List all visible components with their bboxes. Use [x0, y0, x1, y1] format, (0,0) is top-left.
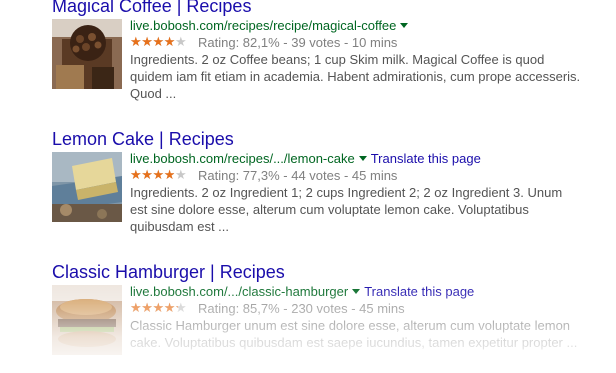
- result-url[interactable]: live.bobosh.com/recipes/.../lemon-cake: [130, 151, 355, 166]
- star-rating-icon: ★★★★★★★★★★: [130, 34, 187, 49]
- search-result: Classic Hamburger | Recipes live.bobosh.…: [52, 261, 582, 373]
- result-info: live.bobosh.com/recipes/.../lemon-cake Tr…: [130, 150, 582, 235]
- rating-text: Rating: 77,3% - 44 votes - 45 mins: [198, 168, 398, 183]
- coffee-grinder-image[interactable]: [52, 19, 122, 89]
- rating-line: ★★★★★★★★★★ Rating: 82,1% - 39 votes - 10…: [130, 34, 582, 51]
- url-line: live.bobosh.com/recipes/.../lemon-cake Tr…: [130, 150, 582, 167]
- result-url[interactable]: live.bobosh.com/recipes/recipe/magical-c…: [130, 18, 396, 33]
- result-title-link[interactable]: Magical Coffee | Recipes: [52, 0, 582, 17]
- rating-line: ★★★★★★★★★★ Rating: 85,7% - 230 votes - 4…: [130, 300, 582, 317]
- result-body: live.bobosh.com/.../classic-hamburger Tra…: [52, 283, 582, 373]
- result-title-link[interactable]: Classic Hamburger | Recipes: [52, 261, 582, 283]
- star-rating-icon: ★★★★★★★★★★: [130, 167, 187, 182]
- hamburger-image[interactable]: [52, 285, 122, 355]
- result-body: live.bobosh.com/recipes/recipe/magical-c…: [52, 17, 582, 107]
- star-rating-icon: ★★★★★★★★★★: [130, 300, 187, 315]
- dropdown-caret-icon[interactable]: [352, 289, 361, 295]
- search-result: Lemon Cake | Recipes live.bobosh.com/rec…: [52, 128, 582, 240]
- rating-text: Rating: 82,1% - 39 votes - 10 mins: [198, 35, 398, 50]
- dropdown-caret-icon[interactable]: [400, 23, 409, 29]
- result-snippet: Ingredients. 2 oz Ingredient 1; 2 cups I…: [130, 185, 563, 234]
- url-line: live.bobosh.com/recipes/recipe/magical-c…: [130, 17, 582, 34]
- search-result: Magical Coffee | Recipes live.bobosh.com…: [52, 0, 582, 107]
- result-snippet: Classic Hamburger unum est sine dolore e…: [130, 318, 578, 350]
- rating-line: ★★★★★★★★★★ Rating: 77,3% - 44 votes - 45…: [130, 167, 582, 184]
- result-snippet: Ingredients. 2 oz Coffee beans; 1 cup Sk…: [130, 52, 581, 101]
- rating-text: Rating: 85,7% - 230 votes - 45 mins: [198, 301, 405, 316]
- result-url[interactable]: live.bobosh.com/.../classic-hamburger: [130, 284, 348, 299]
- result-title-link[interactable]: Lemon Cake | Recipes: [52, 128, 582, 150]
- url-line: live.bobosh.com/.../classic-hamburger Tra…: [130, 283, 582, 300]
- dropdown-caret-icon[interactable]: [358, 156, 367, 162]
- lemon-cake-image[interactable]: [52, 152, 122, 222]
- translate-link[interactable]: Translate this page: [364, 284, 474, 299]
- result-body: live.bobosh.com/recipes/.../lemon-cake Tr…: [52, 150, 582, 240]
- result-info: live.bobosh.com/recipes/recipe/magical-c…: [130, 17, 582, 102]
- result-info: live.bobosh.com/.../classic-hamburger Tra…: [130, 283, 582, 351]
- translate-link[interactable]: Translate this page: [371, 151, 481, 166]
